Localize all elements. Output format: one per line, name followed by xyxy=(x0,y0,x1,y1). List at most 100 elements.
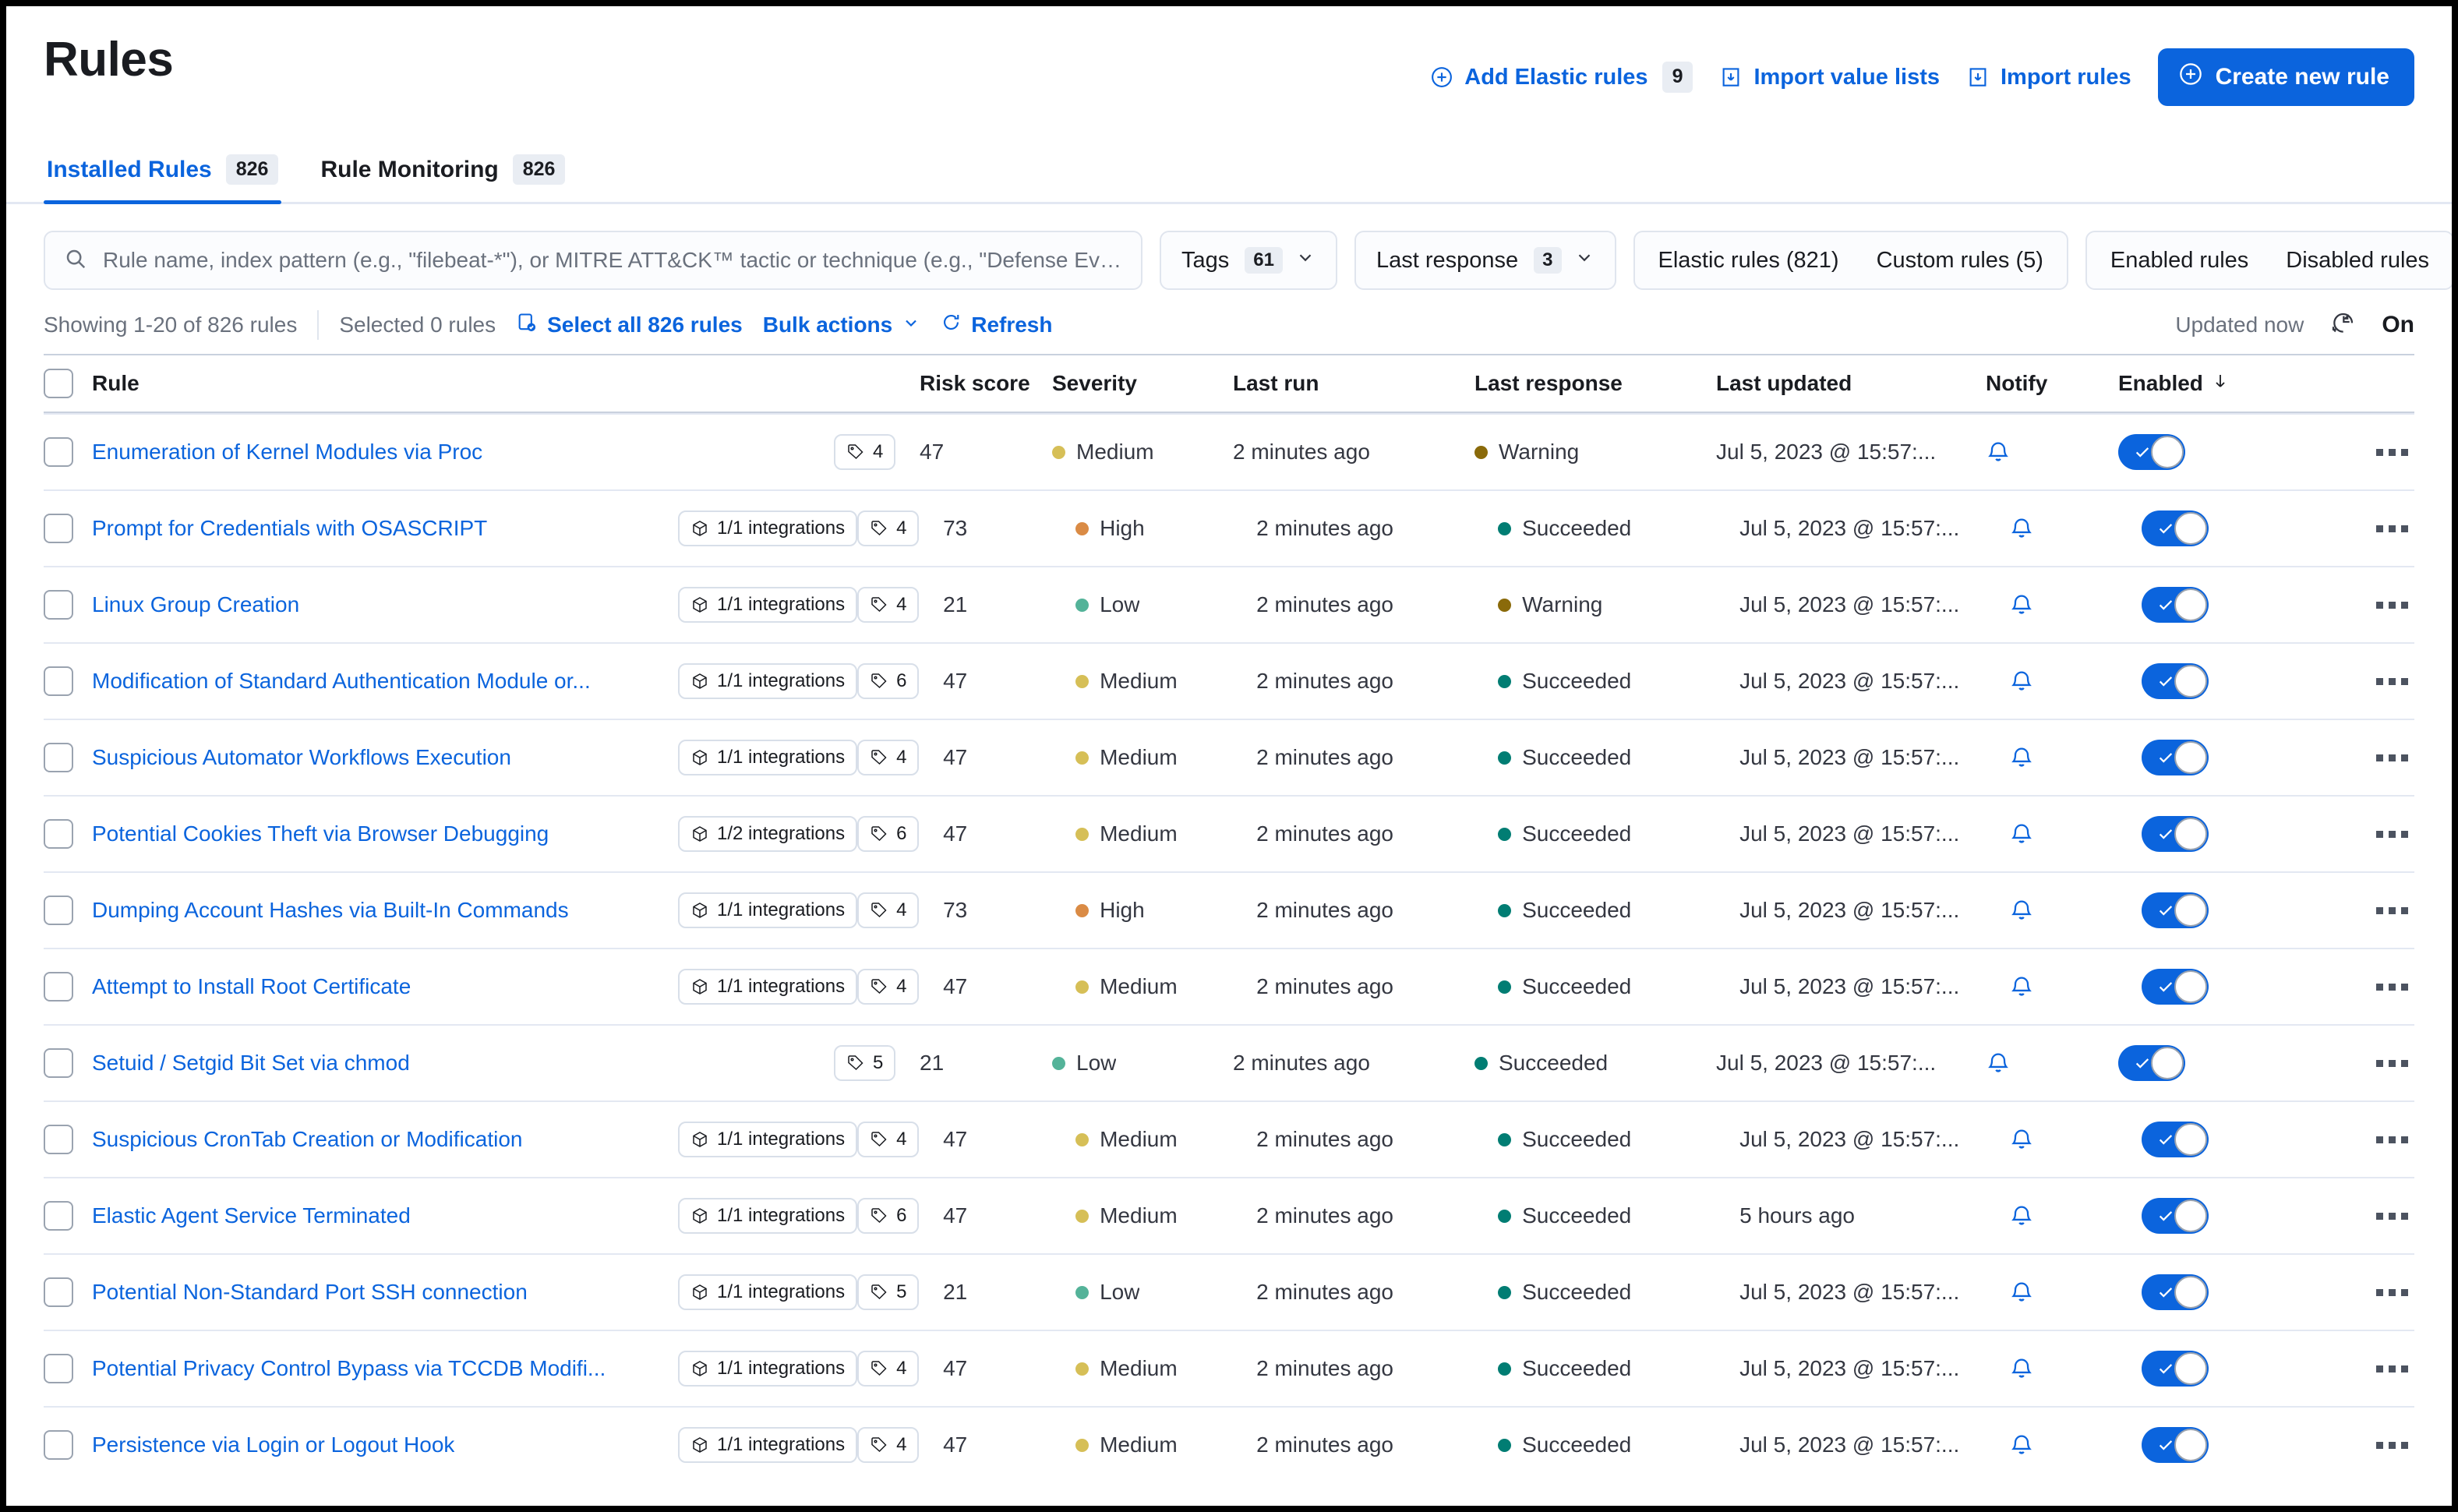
bell-icon[interactable] xyxy=(2009,821,2034,846)
tags-badge[interactable]: 4 xyxy=(857,510,920,547)
row-actions-button[interactable] xyxy=(2370,825,2414,844)
column-header-last-run[interactable]: Last run xyxy=(1233,371,1474,396)
integrations-badge[interactable]: 1/1 integrations xyxy=(678,969,858,1005)
rule-name-link[interactable]: Modification of Standard Authentication … xyxy=(92,669,591,694)
row-checkbox[interactable] xyxy=(44,1048,73,1079)
integrations-badge[interactable]: 1/1 integrations xyxy=(678,663,858,700)
enabled-toggle[interactable] xyxy=(2142,1351,2209,1387)
enabled-toggle[interactable] xyxy=(2142,510,2209,547)
filter-disabled-rules[interactable]: Disabled rules xyxy=(2267,232,2448,288)
rule-name-link[interactable]: Suspicious CronTab Creation or Modificat… xyxy=(92,1127,523,1152)
bell-icon[interactable] xyxy=(2009,1203,2034,1228)
add-elastic-rules-button[interactable]: Add Elastic rules 9 xyxy=(1430,62,1693,93)
row-actions-button[interactable] xyxy=(2370,595,2414,615)
create-new-rule-button[interactable]: Create new rule xyxy=(2157,48,2414,106)
bell-icon[interactable] xyxy=(2009,516,2034,541)
integrations-badge[interactable]: 1/1 integrations xyxy=(678,587,858,624)
row-actions-button[interactable] xyxy=(2370,1436,2414,1455)
row-checkbox[interactable] xyxy=(44,972,73,1002)
rule-name-link[interactable]: Persistence via Login or Logout Hook xyxy=(92,1433,454,1457)
rule-name-link[interactable]: Dumping Account Hashes via Built-In Comm… xyxy=(92,898,569,923)
row-checkbox[interactable] xyxy=(44,1354,73,1384)
column-header-risk-score[interactable]: Risk score xyxy=(920,371,1052,396)
row-checkbox[interactable] xyxy=(44,743,73,773)
row-checkbox[interactable] xyxy=(44,1277,73,1308)
tags-badge[interactable]: 4 xyxy=(857,740,920,776)
tags-badge[interactable]: 5 xyxy=(834,1045,896,1082)
tags-badge[interactable]: 4 xyxy=(834,434,896,471)
tags-badge[interactable]: 4 xyxy=(857,1122,920,1158)
row-checkbox[interactable] xyxy=(44,590,73,620)
tags-badge[interactable]: 4 xyxy=(857,969,920,1005)
integrations-badge[interactable]: 1/1 integrations xyxy=(678,1427,858,1464)
row-actions-button[interactable] xyxy=(2370,1054,2414,1073)
integrations-badge[interactable]: 1/1 integrations xyxy=(678,510,858,547)
row-actions-button[interactable] xyxy=(2370,672,2414,691)
import-value-lists-button[interactable]: Import value lists xyxy=(1719,65,1940,90)
row-actions-button[interactable] xyxy=(2370,748,2414,768)
bell-icon[interactable] xyxy=(2009,898,2034,923)
tags-badge[interactable]: 6 xyxy=(857,663,920,700)
enabled-toggle[interactable] xyxy=(2118,1045,2185,1082)
row-actions-button[interactable] xyxy=(2370,1206,2414,1226)
rule-name-link[interactable]: Elastic Agent Service Terminated xyxy=(92,1203,411,1228)
tags-badge[interactable]: 4 xyxy=(857,587,920,624)
rule-name-link[interactable]: Suspicious Automator Workflows Execution xyxy=(92,745,511,770)
enabled-toggle[interactable] xyxy=(2142,1122,2209,1158)
rule-name-link[interactable]: Potential Cookies Theft via Browser Debu… xyxy=(92,821,549,846)
row-actions-button[interactable] xyxy=(2370,1359,2414,1379)
tags-badge[interactable]: 5 xyxy=(857,1274,920,1311)
row-checkbox[interactable] xyxy=(44,819,73,850)
rule-name-link[interactable]: Attempt to Install Root Certificate xyxy=(92,974,411,999)
integrations-badge[interactable]: 1/1 integrations xyxy=(678,1122,858,1158)
integrations-badge[interactable]: 1/1 integrations xyxy=(678,740,858,776)
rule-name-link[interactable]: Potential Non-Standard Port SSH connecti… xyxy=(92,1280,528,1305)
row-actions-button[interactable] xyxy=(2370,1130,2414,1150)
row-actions-button[interactable] xyxy=(2370,1283,2414,1302)
enabled-toggle[interactable] xyxy=(2142,816,2209,853)
tags-badge[interactable]: 6 xyxy=(857,1198,920,1235)
bell-icon[interactable] xyxy=(2009,974,2034,999)
enabled-toggle[interactable] xyxy=(2142,663,2209,700)
bell-icon[interactable] xyxy=(2009,669,2034,694)
tab-rule-monitoring[interactable]: Rule Monitoring 826 xyxy=(317,154,568,202)
row-actions-button[interactable] xyxy=(2370,977,2414,997)
integrations-badge[interactable]: 1/1 integrations xyxy=(678,1198,858,1235)
auto-refresh-state[interactable]: On xyxy=(2382,312,2414,338)
rule-name-link[interactable]: Potential Privacy Control Bypass via TCC… xyxy=(92,1356,606,1381)
tab-installed-rules[interactable]: Installed Rules 826 xyxy=(44,154,282,205)
bell-icon[interactable] xyxy=(2009,1127,2034,1152)
last-response-filter-button[interactable]: Last response 3 xyxy=(1354,231,1616,291)
bulk-actions-button[interactable]: Bulk actions xyxy=(763,313,920,337)
search-input[interactable] xyxy=(103,248,1122,274)
column-header-rule[interactable]: Rule xyxy=(92,371,678,396)
row-checkbox[interactable] xyxy=(44,896,73,926)
enabled-toggle[interactable] xyxy=(2142,1274,2209,1311)
row-checkbox[interactable] xyxy=(44,1430,73,1461)
bell-icon[interactable] xyxy=(2009,745,2034,770)
bell-icon[interactable] xyxy=(2009,1433,2034,1457)
rule-name-link[interactable]: Enumeration of Kernel Modules via Proc xyxy=(92,440,482,465)
row-checkbox[interactable] xyxy=(44,437,73,468)
integrations-badge[interactable]: 1/2 integrations xyxy=(678,816,858,853)
bell-icon[interactable] xyxy=(2009,1356,2034,1381)
enabled-toggle[interactable] xyxy=(2142,892,2209,929)
column-header-severity[interactable]: Severity xyxy=(1052,371,1233,396)
clock-refresh-icon[interactable] xyxy=(2330,311,2355,340)
tags-badge[interactable]: 4 xyxy=(857,1427,920,1464)
bell-icon[interactable] xyxy=(1986,440,2011,465)
tags-filter-button[interactable]: Tags 61 xyxy=(1160,231,1337,291)
row-checkbox[interactable] xyxy=(44,1201,73,1231)
filter-custom-rules[interactable]: Custom rules (5) xyxy=(1858,232,2062,288)
enabled-toggle[interactable] xyxy=(2118,434,2185,471)
column-header-enabled[interactable]: Enabled xyxy=(2118,371,2260,396)
rule-name-link[interactable]: Prompt for Credentials with OSASCRIPT xyxy=(92,516,487,541)
enabled-toggle[interactable] xyxy=(2142,969,2209,1005)
integrations-badge[interactable]: 1/1 integrations xyxy=(678,892,858,929)
enabled-toggle[interactable] xyxy=(2142,587,2209,624)
enabled-toggle[interactable] xyxy=(2142,1427,2209,1464)
column-header-last-updated[interactable]: Last updated xyxy=(1716,371,1986,396)
tags-badge[interactable]: 4 xyxy=(857,1351,920,1387)
select-all-checkbox[interactable] xyxy=(44,369,73,399)
import-rules-button[interactable]: Import rules xyxy=(1966,65,2131,90)
